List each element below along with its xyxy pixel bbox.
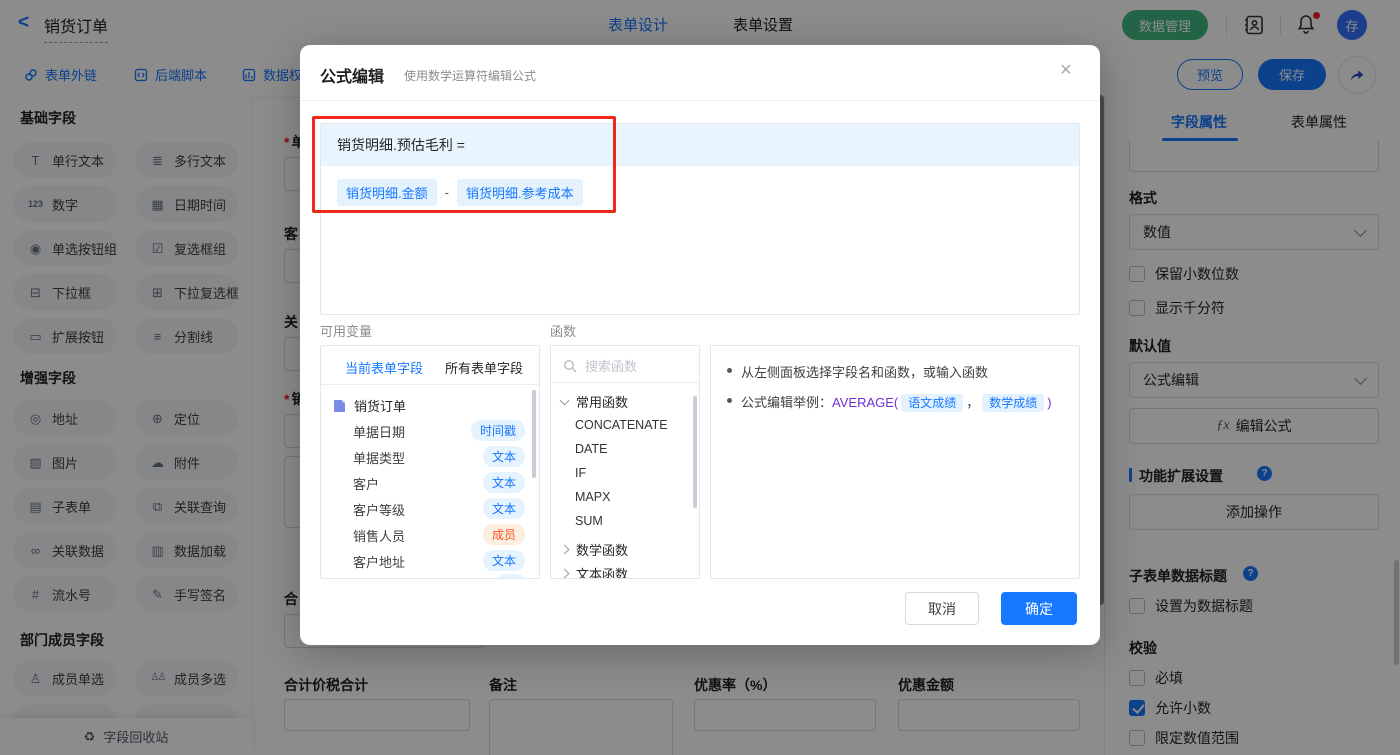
type-badge: 文本 xyxy=(482,550,525,571)
formula-editor-area[interactable]: 销货明细.预估毛利 = 销货明细.金额 - 销货明细.参考成本 xyxy=(320,123,1080,315)
variables-panel: 当前表单字段 所有表单字段 销货订单 单据日期 时间戳 单据类型 文本 客户 文… xyxy=(320,345,540,579)
type-badge: 时间戳 xyxy=(470,420,525,441)
tips-panel: 从左侧面板选择字段名和函数，或输入函数 公式编辑举例：AVERAGE(语文成绩，… xyxy=(710,345,1080,579)
function-item[interactable]: IF xyxy=(575,466,586,480)
bullet-icon xyxy=(727,368,732,373)
type-badge: 文本 xyxy=(482,446,525,467)
tip-line-1: 从左侧面板选择字段名和函数，或输入函数 xyxy=(727,362,988,381)
formula-field-chip[interactable]: 销货明细.金额 xyxy=(337,179,437,206)
divider xyxy=(321,384,539,385)
type-badge-clipped xyxy=(496,574,525,578)
type-badge: 文本 xyxy=(482,498,525,519)
function-item[interactable]: MAPX xyxy=(575,490,610,504)
confirm-button[interactable]: 确定 xyxy=(1001,592,1077,625)
formula-expression-line: 销货明细.金额 - 销货明细.参考成本 xyxy=(321,166,1079,219)
function-search[interactable]: 搜索函数 xyxy=(563,356,637,375)
type-badge: 文本 xyxy=(482,472,525,493)
app: < 销货订单 表单设计 表单设置 数据管理 存 表单外链 后端脚本 数据权 预览… xyxy=(0,0,1400,755)
search-icon xyxy=(564,359,577,373)
functions-panel: 搜索函数 常用函数 CONCATENATE DATE IF MAPX SUM 数… xyxy=(550,345,700,579)
function-name: AVERAGE( xyxy=(832,395,899,410)
divider xyxy=(551,382,699,383)
functions-scrollbar[interactable] xyxy=(693,396,697,508)
bullet-icon xyxy=(727,398,732,403)
caret-down-icon xyxy=(559,395,570,406)
caret-right-icon xyxy=(559,568,570,578)
formula-editor-modal: 公式编辑 使用数学运算符编辑公式 × 销货明细.预估毛利 = 销货明细.金额 -… xyxy=(300,45,1100,645)
modal-divider xyxy=(300,100,1100,101)
type-badge: 成员 xyxy=(482,524,525,545)
modal-subtitle: 使用数学运算符编辑公式 xyxy=(404,69,537,83)
cancel-button[interactable]: 取消 xyxy=(905,592,979,625)
functions-label: 函数 xyxy=(550,324,577,339)
variables-scrollbar[interactable] xyxy=(532,390,536,478)
function-item[interactable]: CONCATENATE xyxy=(575,418,668,432)
function-group-common[interactable]: 常用函数 xyxy=(559,392,628,411)
function-group-math[interactable]: 数学函数 xyxy=(559,540,628,559)
tab-all-form-fields[interactable]: 所有表单字段 xyxy=(445,358,523,377)
operator-minus: - xyxy=(444,185,449,200)
function-item[interactable]: DATE xyxy=(575,442,607,456)
caret-right-icon xyxy=(559,544,570,555)
formula-field-chip[interactable]: 销货明细.参考成本 xyxy=(456,179,583,206)
example-chip: 语文成绩 xyxy=(901,394,964,412)
form-tree-node[interactable]: 销货订单 xyxy=(333,396,406,415)
search-placeholder: 搜索函数 xyxy=(585,359,638,374)
tab-current-form-fields[interactable]: 当前表单字段 xyxy=(345,358,423,377)
tip-line-2: 公式编辑举例：AVERAGE(语文成绩，数学成绩) xyxy=(727,392,1052,412)
variables-label: 可用变量 xyxy=(320,324,373,339)
example-chip: 数学成绩 xyxy=(982,394,1045,412)
modal-title: 公式编辑 xyxy=(320,69,385,86)
function-item[interactable]: SUM xyxy=(575,514,603,528)
formula-target-line: 销货明细.预估毛利 = xyxy=(321,124,1079,166)
form-doc-icon xyxy=(334,399,345,412)
close-icon[interactable]: × xyxy=(1060,59,1072,82)
function-group-text[interactable]: 文本函数 xyxy=(559,564,628,578)
